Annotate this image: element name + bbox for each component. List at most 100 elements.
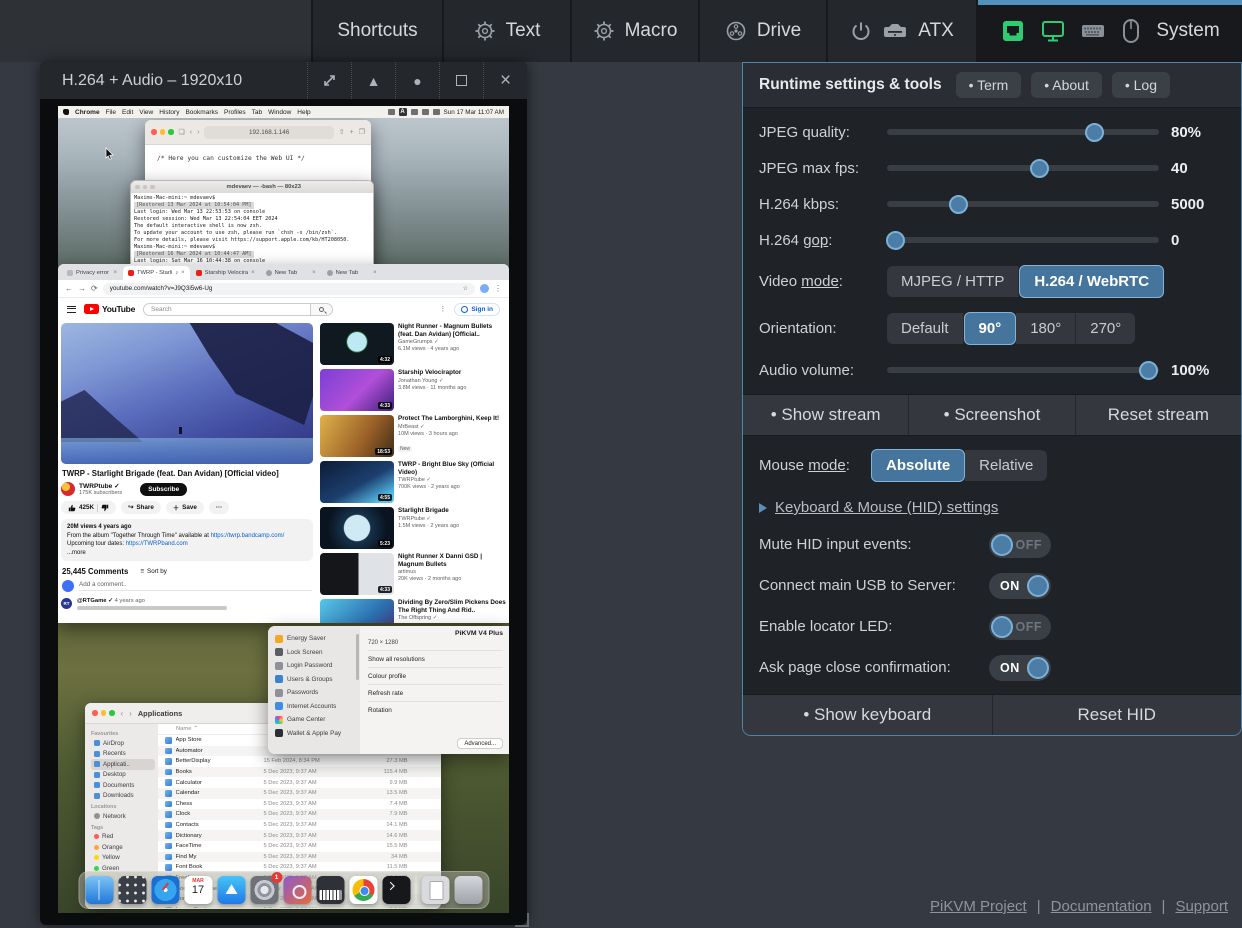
video-description[interactable]: 20M views 4 years ago From the album "To… [61,519,313,561]
dock-settings-icon[interactable]: 1 [250,876,278,904]
settings-sidebar-item[interactable]: Game Center [275,713,360,727]
new-tab-icon[interactable]: + [350,129,354,136]
toggle-switch[interactable]: ON [989,573,1051,599]
finder-sidebar-item[interactable]: Downloads [91,791,155,802]
settings-row[interactable]: Colour profile [368,667,503,684]
finder-sidebar-item[interactable]: Desktop [91,770,155,781]
profile-avatar[interactable] [480,284,489,293]
video-mode-hint-link[interactable]: mode [801,273,839,290]
mac-menu-item[interactable]: Window [268,109,291,116]
nav-shortcuts[interactable]: Shortcuts [311,0,442,62]
save-button[interactable]: ＋Save [166,501,204,514]
signin-button[interactable]: Sign in [454,303,500,316]
related-video-item[interactable]: 4:33 Night Runner X Danni GSD | Magnum B… [320,553,506,595]
dock-terminal-icon[interactable] [382,876,410,904]
file-row[interactable]: Chess 5 Dec 2023, 9:37 AM 7.4 MB [158,799,441,810]
settings-row[interactable]: Refresh rate [368,684,503,701]
audio-volume-slider[interactable] [887,360,1159,380]
terminal-window[interactable]: mdevaev — -bash — 80x23 Maxims-Mac-mini:… [130,180,374,272]
forward-icon[interactable]: → [78,284,86,293]
finder-sidebar-item[interactable]: AirDrop [91,738,155,749]
browser-tab[interactable]: TWRP - Starli ♪ × [123,266,190,280]
mac-menu-item[interactable]: File [106,109,116,116]
traffic-lights-icon[interactable] [92,710,115,716]
file-row[interactable]: FaceTime 5 Dec 2023, 9:37 AM 15.5 MB [158,841,441,852]
fullscreen-icon[interactable] [307,62,351,99]
mac-menu-item[interactable]: Help [297,109,310,116]
finder-sidebar-item[interactable]: Recents [91,749,155,760]
mac-menu-item[interactable]: Profiles [224,109,246,116]
orientation-180-button[interactable]: 180° [1016,313,1076,344]
forward-icon[interactable]: › [129,709,132,718]
related-video-item[interactable]: 18:53 Protect The Lamborghini, Keep It! … [320,415,506,457]
mouse-absolute-button[interactable]: Absolute [871,449,965,482]
safari-address-bar[interactable]: 192.168.1.146 [204,126,333,139]
hid-settings-link[interactable]: Keyboard & Mouse (HID) settings [775,499,998,516]
reset-hid-button[interactable]: Reset HID [993,695,1242,735]
dock-appstore-icon[interactable] [217,876,245,904]
file-row[interactable]: BetterDisplay 15 Feb 2024, 8:34 PM 27.3 … [158,756,441,767]
orientation-270-button[interactable]: 270° [1076,313,1135,344]
back-icon[interactable]: ‹ [121,709,124,718]
dock-midi-icon[interactable] [316,876,344,904]
like-button[interactable]: 425K [61,501,116,514]
reset-stream-button[interactable]: Reset stream [1076,395,1241,435]
sidebar-toggle-icon[interactable]: ❏ [179,128,185,136]
dock-trash-icon[interactable] [454,876,482,904]
file-row[interactable]: Books 5 Dec 2023, 9:37 AM 115.4 MB [158,767,441,778]
h264-webrtc-button[interactable]: H.264 / WebRTC [1019,265,1164,298]
file-row[interactable]: Dictionary 5 Dec 2023, 9:37 AM 14.6 MB [158,830,441,841]
related-video-item[interactable]: 4:32 Night Runner - Magnum Bullets (feat… [320,323,506,365]
mjpeg-http-button[interactable]: MJPEG / HTTP [887,266,1019,297]
tab-close-icon[interactable]: × [181,270,185,276]
tabs-icon[interactable]: ❐ [359,128,365,136]
mac-menu-item[interactable]: Bookmarks [185,109,218,116]
file-row[interactable]: Find My 5 Dec 2023, 9:37 AM 34 MB [158,852,441,863]
advanced-button[interactable]: Advanced... [457,738,503,749]
finder-tag-item[interactable]: Red [91,832,155,843]
settings-sidebar-item[interactable]: Energy Saver [275,632,360,646]
traffic-lights-icon[interactable] [151,129,174,135]
mac-menu-item[interactable]: Tab [252,109,262,116]
share-button[interactable]: ↪Share [121,501,161,514]
show-keyboard-button[interactable]: • Show keyboard [743,695,993,735]
jpeg-fps-slider[interactable] [887,158,1159,178]
nav-system[interactable]: System [976,0,1242,62]
mac-menu-item[interactable]: History [159,109,179,116]
browser-tab[interactable]: Starship Velocira ♪ × [191,266,260,280]
browser-tab[interactable]: Privacy error ♪ × [62,266,122,280]
gop-hint-link[interactable]: gop [803,232,828,249]
dock-video-icon[interactable] [283,876,311,904]
settings-sidebar-item[interactable]: Users & Groups [275,673,360,687]
stream-video-area[interactable]: ChromeFileEditViewHistoryBookmarksProfil… [40,99,527,925]
chrome-menu-icon[interactable]: ⋮ [494,284,502,293]
back-icon[interactable]: ‹ [190,129,192,136]
orientation-90-button[interactable]: 90° [964,312,1017,345]
toggle-switch[interactable]: ON [989,655,1051,681]
settings-sidebar-item[interactable]: Login Password [275,659,360,673]
toggle-switch[interactable]: OFF [989,532,1051,558]
pikvm-project-link[interactable]: PiKVM Project [930,898,1027,915]
dock-safari-icon[interactable] [151,876,179,904]
search-input[interactable]: Search [143,303,311,316]
description-link[interactable]: https://twrp.bandcamp.com/ [211,533,285,539]
subscribe-button[interactable]: Subscribe [140,483,187,496]
add-comment-input[interactable]: Add a comment.. [79,581,312,591]
forward-icon[interactable]: › [197,129,199,136]
tab-close-icon[interactable]: × [312,270,316,276]
file-row[interactable]: Calculator 5 Dec 2023, 9:37 AM 9.9 MB [158,777,441,788]
dock-launchpad-icon[interactable] [118,876,146,904]
reload-icon[interactable]: ⟳ [91,284,98,293]
related-video-item[interactable]: 5:23 Starlight Brigade TWRPtube ✓ 1.5M v… [320,507,506,549]
documentation-link[interactable]: Documentation [1051,898,1152,915]
close-icon[interactable]: × [483,62,527,99]
show-more-link[interactable]: ...more [67,549,307,558]
settings-row[interactable]: Rotation [368,701,503,718]
file-row[interactable]: Calendar 5 Dec 2023, 9:37 AM 13.5 MB [158,788,441,799]
orientation-default-button[interactable]: Default [887,313,964,344]
finder-sidebar-item[interactable]: Applicati.. [91,759,155,770]
h264-kbps-slider[interactable] [887,194,1159,214]
nav-text[interactable]: Text [442,0,570,62]
channel-avatar[interactable] [61,482,75,496]
dock-finder-icon[interactable] [85,876,113,904]
